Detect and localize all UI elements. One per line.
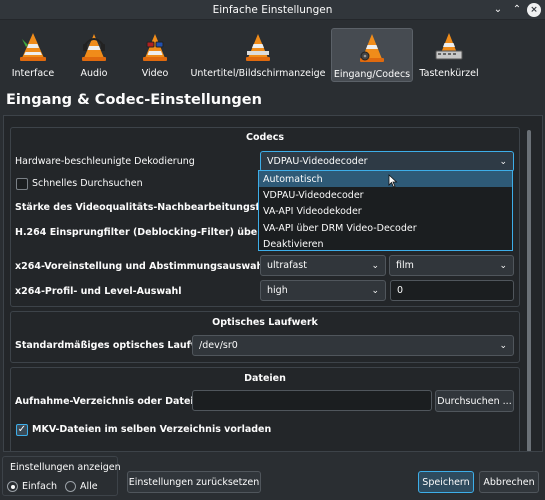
x264-level-value: 0 [397,285,404,296]
x264-tune-value: film [396,260,414,271]
radio-simple-label: Einfach [22,481,58,492]
hw-decoding-value: VDPAU-Videodecoder [267,156,368,167]
tab-subtitles-label: Untertitel/Bildschirmanzeige [190,68,326,79]
tab-hotkeys[interactable]: Tastenkürzel [418,28,480,82]
fast-seek-label: Schnelles Durchsuchen [32,178,143,189]
dropdown-option[interactable]: VA-API Videodekoder [259,204,512,220]
optical-drive-value: /dev/sr0 [199,340,238,351]
x264-level-input[interactable]: 0 [390,280,514,301]
tab-input-codecs-label: Eingang/Codecs [333,69,411,80]
tab-audio[interactable]: Audio [67,28,121,82]
tab-input-codecs[interactable]: Eingang/Codecs [331,28,413,82]
reset-settings-button[interactable]: Einstellungen zurücksetzen [127,471,261,493]
vlc-cone-headphones-icon [82,34,106,61]
show-settings-group: Einstellungen anzeigen Einfach Alle [2,456,121,496]
tab-hotkeys-label: Tastenkürzel [419,68,479,79]
vlc-cone-interface-icon [20,33,46,61]
x264-profile-value: high [267,285,288,296]
settings-scroll-area[interactable]: Codecs Hardware-beschleunigte Dekodierun… [3,115,543,452]
codecs-group-title: Codecs [245,132,285,143]
vlc-cone-glasses-icon [143,34,167,61]
x264-profile-label: x264-Profil- und Level-Auswahl [15,286,182,297]
close-icon[interactable]: × [527,3,541,17]
window-titlebar: Einfache Einstellungen ⌄ ⌃ × [0,0,545,20]
dropdown-option[interactable]: Deaktivieren [259,237,512,253]
tab-interface-label: Interface [11,68,55,79]
tab-subtitles[interactable]: Untertitel/Bildschirmanzeige [190,28,326,82]
x264-preset-value: ultrafast [267,260,307,271]
x264-preset-label: x264-Voreinstellung und Abstimmungsauswa… [15,261,267,272]
cancel-button[interactable]: Abbrechen [479,471,539,493]
chevron-down-icon: ⌄ [499,156,507,167]
maximize-icon[interactable]: ⌃ [510,3,524,17]
radio-all[interactable] [65,481,76,492]
chevron-down-icon: ⌄ [371,260,379,271]
dropdown-option[interactable]: VDPAU-Videodecoder [259,187,512,203]
category-toolbar: Interface Audio Video Untertitel/Bildsch… [0,20,545,88]
optical-drive-title: Optisches Laufwerk [212,317,318,328]
minimize-icon[interactable]: ⌄ [491,3,505,17]
x264-preset-select[interactable]: ultrafast ⌄ [260,255,386,276]
fast-seek-checkbox[interactable] [16,178,28,190]
radio-simple[interactable] [7,481,18,492]
hw-decoding-select[interactable]: VDPAU-Videodecoder ⌄ [260,151,514,172]
hw-decoding-dropdown-list[interactable]: Automatisch VDPAU-Videodecoder VA-API Vi… [258,170,513,251]
browse-button[interactable]: Durchsuchen ... [435,390,514,412]
chevron-down-icon: ⌄ [371,285,379,296]
mouse-cursor-icon [388,174,398,188]
tab-video-label: Video [141,68,169,79]
save-button[interactable]: Speichern [418,471,474,493]
radio-all-label: Alle [80,481,98,492]
record-dir-input[interactable] [192,390,432,411]
mkv-preload-checkbox[interactable]: ✓ [16,424,28,436]
scrollbar-thumb[interactable] [527,130,531,451]
window-title: Einfache Einstellungen [212,3,333,16]
vlc-cone-subtitles-icon [246,34,270,61]
files-group-title: Dateien [244,373,286,384]
dialog-button-bar: Einstellungen anzeigen Einfach Alle Eins… [0,452,545,500]
optical-drive-select[interactable]: /dev/sr0 ⌄ [192,335,514,356]
mkv-preload-label: MKV-Dateien im selben Verzeichnis vorlad… [32,424,272,435]
chevron-down-icon: ⌄ [499,340,507,351]
hw-decoding-label: Hardware-beschleunigte Dekodierung [15,156,195,167]
x264-profile-select[interactable]: high ⌄ [260,280,386,301]
tab-audio-label: Audio [80,68,108,79]
vlc-cone-codecs-icon [360,34,384,62]
dropdown-option[interactable]: Automatisch [259,171,512,188]
dropdown-option[interactable]: VA-API über DRM Video-Decoder [259,220,512,236]
postproc-label: Stärke des Videoqualitäts-Nachbearbeitun… [15,202,288,213]
page-title: Eingang & Codec-Einstellungen [6,92,262,108]
chevron-down-icon: ⌄ [499,260,507,271]
x264-tune-select[interactable]: film ⌄ [389,255,514,276]
tab-video[interactable]: Video [128,28,182,82]
optical-drive-label: Standardmäßiges optisches Laufwerk [15,340,218,351]
tab-interface[interactable]: Interface [6,28,60,82]
show-settings-title: Einstellungen anzeigen [10,462,121,473]
vlc-cone-hotkeys-icon [435,33,463,60]
